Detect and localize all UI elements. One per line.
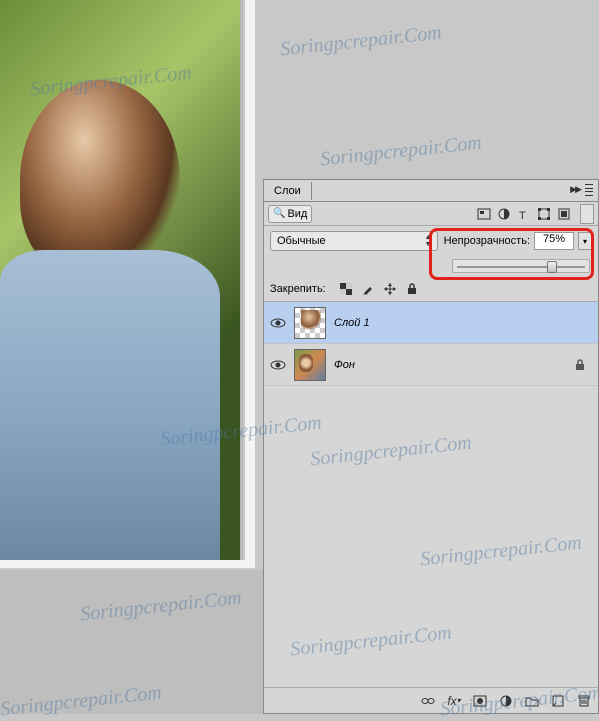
lock-transparency-icon[interactable]: [338, 281, 354, 297]
tab-layers[interactable]: Слои: [264, 182, 312, 200]
layers-bottom-bar: fx▾: [264, 687, 598, 713]
document-photo: [0, 0, 243, 560]
layer-row[interactable]: Слой 1: [264, 302, 598, 344]
filter-shape-icon[interactable]: [536, 206, 552, 222]
fx-icon[interactable]: fx▾: [446, 693, 462, 709]
lock-all-icon[interactable]: [404, 281, 420, 297]
filter-pixel-icon[interactable]: [476, 206, 492, 222]
blend-row: Обычные ▲▼ Непрозрачность: 75% ▾: [264, 226, 598, 256]
lock-row: Закрепить:: [264, 276, 598, 302]
watermark: Soringpcrepair.Com: [319, 132, 483, 172]
layer-name[interactable]: Фон: [334, 359, 355, 371]
canvas-edge-bottom: [0, 560, 255, 568]
layer-list: Слой 1 Фон: [264, 302, 598, 386]
opacity-slider-thumb[interactable]: [547, 261, 557, 273]
panel-menu-icon[interactable]: [583, 183, 595, 197]
layer-name[interactable]: Слой 1: [334, 317, 370, 329]
link-layers-icon[interactable]: [420, 693, 436, 709]
filter-label: Вид: [287, 208, 307, 220]
opacity-input[interactable]: 75%: [534, 232, 574, 250]
layer-thumbnail[interactable]: [294, 349, 326, 381]
filter-row: 🔍 Вид T: [264, 202, 598, 226]
group-icon[interactable]: [524, 693, 540, 709]
lock-pixels-icon[interactable]: [360, 281, 376, 297]
filter-smart-icon[interactable]: [556, 206, 572, 222]
svg-text:T: T: [519, 210, 526, 220]
layer-filter-select[interactable]: 🔍 Вид: [268, 205, 312, 223]
opacity-slider-row: [264, 256, 598, 276]
layer-row[interactable]: Фон: [264, 344, 598, 386]
layer-thumbnail[interactable]: [294, 307, 326, 339]
visibility-toggle-icon[interactable]: [270, 315, 286, 331]
panel-collapse-icon[interactable]: ▶▶: [570, 184, 580, 195]
trash-icon[interactable]: [576, 693, 592, 709]
blend-mode-value: Обычные: [277, 235, 326, 247]
select-arrows-icon: ▲▼: [425, 234, 432, 248]
panel-tab-bar: Слои ▶▶: [264, 180, 598, 202]
watermark: Soringpcrepair.Com: [279, 22, 443, 62]
search-icon: 🔍: [273, 208, 285, 219]
opacity-slider[interactable]: [452, 259, 590, 273]
lock-icon: [574, 359, 586, 371]
lock-position-icon[interactable]: [382, 281, 398, 297]
canvas-edge: [245, 0, 255, 568]
mask-icon[interactable]: [472, 693, 488, 709]
opacity-label: Непрозрачность:: [444, 235, 530, 247]
new-layer-icon[interactable]: [550, 693, 566, 709]
blend-mode-select[interactable]: Обычные ▲▼: [270, 231, 438, 251]
filter-toggle-switch[interactable]: [580, 204, 594, 224]
adjustment-icon[interactable]: [498, 693, 514, 709]
filter-type-icon[interactable]: T: [516, 206, 532, 222]
filter-adjust-icon[interactable]: [496, 206, 512, 222]
canvas-area: [0, 0, 263, 714]
visibility-toggle-icon[interactable]: [270, 357, 286, 373]
lock-label: Закрепить:: [270, 283, 326, 295]
layers-panel: Слои ▶▶ 🔍 Вид T Обычные ▲▼ Непрозрачност…: [263, 179, 599, 714]
opacity-dropdown-icon[interactable]: ▾: [578, 232, 592, 250]
